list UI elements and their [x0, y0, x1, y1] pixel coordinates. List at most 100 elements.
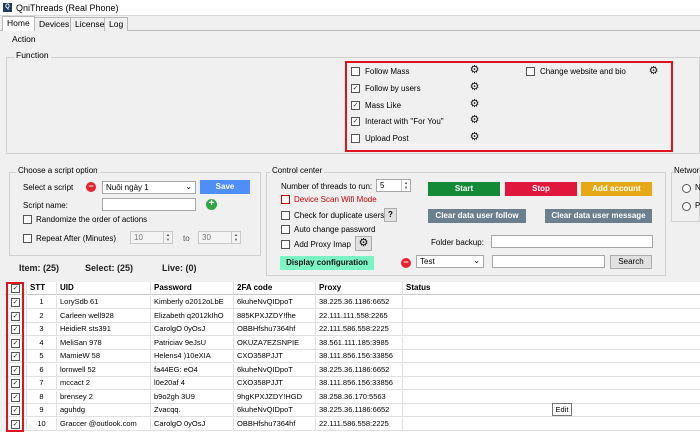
cell-pw[interactable]: Kimberly o2012oLbE	[151, 296, 234, 309]
cell-proxy[interactable]: 38.111.856.156:33856	[316, 350, 403, 363]
table-row[interactable]: ✓ 5 MamieW 58 Helens4 )10eXIA CXO358PJJT 38.1…	[5, 350, 700, 363]
randomize-checkbox[interactable]	[23, 215, 32, 224]
follow-users-checkbox[interactable]: ✓	[351, 84, 360, 93]
table-row[interactable]: ✓ 10 Graccer @outlook.com CarolgO 0yOsJ OBBH…	[5, 417, 700, 431]
delete-filter-icon[interactable]: −	[401, 258, 411, 268]
display-config-button[interactable]: Display configuration	[280, 256, 374, 270]
table-row[interactable]: ✓ 9 aguhdg Zvacqq. 6kuheNvQIDpoT 38.225.36.11…	[5, 404, 700, 417]
cell-uid[interactable]: MeliSan 978	[57, 336, 151, 350]
cell-uid[interactable]: HeidieR sts391	[57, 323, 151, 336]
cell-pw[interactable]: Patriciav 9eJsU	[151, 336, 234, 350]
cell-stt[interactable]: 9	[27, 404, 57, 417]
spinner-icon[interactable]: ▲ ▼	[163, 232, 172, 243]
cell-status[interactable]	[403, 418, 700, 431]
add-script-icon[interactable]: +	[206, 199, 217, 210]
follow-mass-checkbox[interactable]	[351, 67, 360, 76]
cell-uid[interactable]: mccact 2	[57, 377, 151, 390]
table-row[interactable]: ✓ 4 MeliSan 978 Patriciav 9eJsU OKUZA7EZSNPI…	[5, 336, 700, 350]
cell-status[interactable]	[403, 310, 700, 323]
clear-follow-button[interactable]: Clear data user follow	[428, 209, 526, 223]
cell-fa[interactable]: OBBHfshu7364hf	[234, 417, 316, 431]
clear-message-button[interactable]: Clear data user message	[545, 209, 652, 223]
cell-status[interactable]	[403, 377, 700, 390]
cell-proxy[interactable]: 38.258.36.170:5563	[316, 390, 403, 404]
script-select[interactable]: Nuôi ngày 1 ⌄	[102, 181, 196, 194]
cell-stt[interactable]: 4	[27, 336, 57, 350]
cell-fa[interactable]: OBBHfshu7364hf	[234, 323, 316, 336]
cell-pw[interactable]: l0e20af 4	[151, 377, 234, 390]
folder-backup-input[interactable]	[491, 235, 653, 248]
cell-status[interactable]	[403, 364, 700, 377]
col-status[interactable]: Status	[403, 282, 700, 295]
cell-stt[interactable]: 2	[27, 309, 57, 323]
network-radio-1[interactable]	[682, 184, 691, 193]
cell-uid[interactable]: Graccer @outlook.com	[57, 417, 151, 431]
cell-stt[interactable]: 6	[27, 363, 57, 377]
cell-status[interactable]	[403, 337, 700, 350]
cell-pw[interactable]: Zvacqq.	[151, 404, 234, 417]
tab-home[interactable]: Home	[2, 16, 35, 31]
cell-pw[interactable]: b9o2gh 3U9	[151, 390, 234, 404]
start-button[interactable]: Start	[428, 182, 500, 196]
cell-proxy[interactable]: 38.111.856.156:33856	[316, 377, 403, 390]
upload-post-checkbox[interactable]	[351, 134, 360, 143]
tab-log[interactable]: Log	[104, 17, 129, 31]
spinner-icon[interactable]: ▲ ▼	[401, 180, 410, 191]
cell-stt[interactable]: 10	[27, 417, 57, 431]
change-website-checkbox[interactable]	[526, 67, 535, 76]
cell-status[interactable]	[403, 323, 700, 336]
cell-fa[interactable]: OKUZA7EZSNPIE	[234, 336, 316, 350]
threads-input[interactable]: 5 ▲ ▼	[376, 179, 411, 192]
interact-foryou-checkbox[interactable]: ✓	[351, 117, 360, 126]
change-website-gear-icon[interactable]: ⚙	[648, 66, 659, 77]
cell-proxy[interactable]: 38.225.36.1186:6652	[316, 404, 403, 417]
spinner-icon[interactable]: ▲ ▼	[231, 232, 240, 243]
cell-stt[interactable]: 7	[27, 377, 57, 390]
cell-status[interactable]	[403, 350, 700, 363]
cell-proxy[interactable]: 22.111.586.558:2225	[316, 323, 403, 336]
tab-devices[interactable]: Devices	[34, 17, 75, 31]
duplicate-help-button[interactable]: ?	[384, 208, 397, 222]
cell-proxy[interactable]: 22.111.111.558:2265	[316, 309, 403, 323]
check-duplicate-checkbox[interactable]	[281, 211, 290, 220]
repeat-from-input[interactable]: 10 ▲ ▼	[130, 231, 173, 244]
network-radio-2[interactable]	[682, 202, 691, 211]
cell-proxy[interactable]: 38.225.36.1186:6652	[316, 363, 403, 377]
table-row[interactable]: ✓ 2 Carleen well928 Elizabeth q2012kIhO 885K…	[5, 309, 700, 323]
cell-uid[interactable]: Carleen well928	[57, 309, 151, 323]
proxy-imap-checkbox[interactable]	[281, 240, 290, 249]
cell-pw[interactable]: CarolgO 0yOsJ	[151, 417, 234, 431]
cell-fa[interactable]: 6kuheNvQIDpoT	[234, 404, 316, 417]
cell-uid[interactable]: MamieW 58	[57, 350, 151, 363]
cell-proxy[interactable]: 38.225.36.1186:6652	[316, 296, 403, 309]
repeat-to-input[interactable]: 30 ▲ ▼	[198, 231, 241, 244]
table-row[interactable]: ✓ 3 HeidieR sts391 CarolgO 0yOsJ OBBHfshu736…	[5, 323, 700, 336]
mass-like-checkbox[interactable]: ✓	[351, 101, 360, 110]
table-row[interactable]: ✓ 1 LorySdb 61 Kimberly o2012oLbE 6kuheNvQID…	[5, 296, 700, 309]
follow-mass-gear-icon[interactable]: ⚙	[469, 65, 480, 76]
table-row[interactable]: ✓ 6 lornwell 52 fa44EG: eO4 6kuheNvQIDpoT 38.…	[5, 363, 700, 377]
auto-password-checkbox[interactable]	[281, 225, 290, 234]
cell-pw[interactable]: CarolgO 0yOsJ	[151, 323, 234, 336]
table-row[interactable]: ✓ 7 mccact 2 l0e20af 4 CXO358PJJT 38.111.856.…	[5, 377, 700, 390]
search-input[interactable]	[492, 255, 605, 268]
cell-pw[interactable]: Helens4 )10eXIA	[151, 350, 234, 363]
cell-fa[interactable]: CXO358PJJT	[234, 377, 316, 390]
cell-uid[interactable]: lornwell 52	[57, 363, 151, 377]
cell-uid[interactable]: brensey 2	[57, 390, 151, 404]
scan-wifi-checkbox[interactable]	[281, 195, 290, 204]
cell-pw[interactable]: Elizabeth q2012kIhO	[151, 309, 234, 323]
cell-uid[interactable]: LorySdb 61	[57, 296, 151, 309]
col-uid[interactable]: UID	[57, 282, 151, 295]
script-name-input[interactable]	[102, 198, 196, 211]
cell-fa[interactable]: 6kuheNvQIDpoT	[234, 296, 316, 309]
cell-stt[interactable]: 1	[27, 296, 57, 309]
cell-stt[interactable]: 8	[27, 390, 57, 404]
cell-stt[interactable]: 5	[27, 350, 57, 363]
table-row[interactable]: ✓ 8 brensey 2 b9o2gh 3U9 9hgKPXJZDY!HGD 38.25…	[5, 390, 700, 404]
follow-users-gear-icon[interactable]: ⚙	[469, 82, 480, 93]
cell-fa[interactable]: 6kuheNvQIDpoT	[234, 363, 316, 377]
upload-post-gear-icon[interactable]: ⚙	[469, 132, 480, 143]
col-stt[interactable]: STT	[27, 282, 57, 295]
cell-proxy[interactable]: 38.561.111.185:3985	[316, 336, 403, 350]
